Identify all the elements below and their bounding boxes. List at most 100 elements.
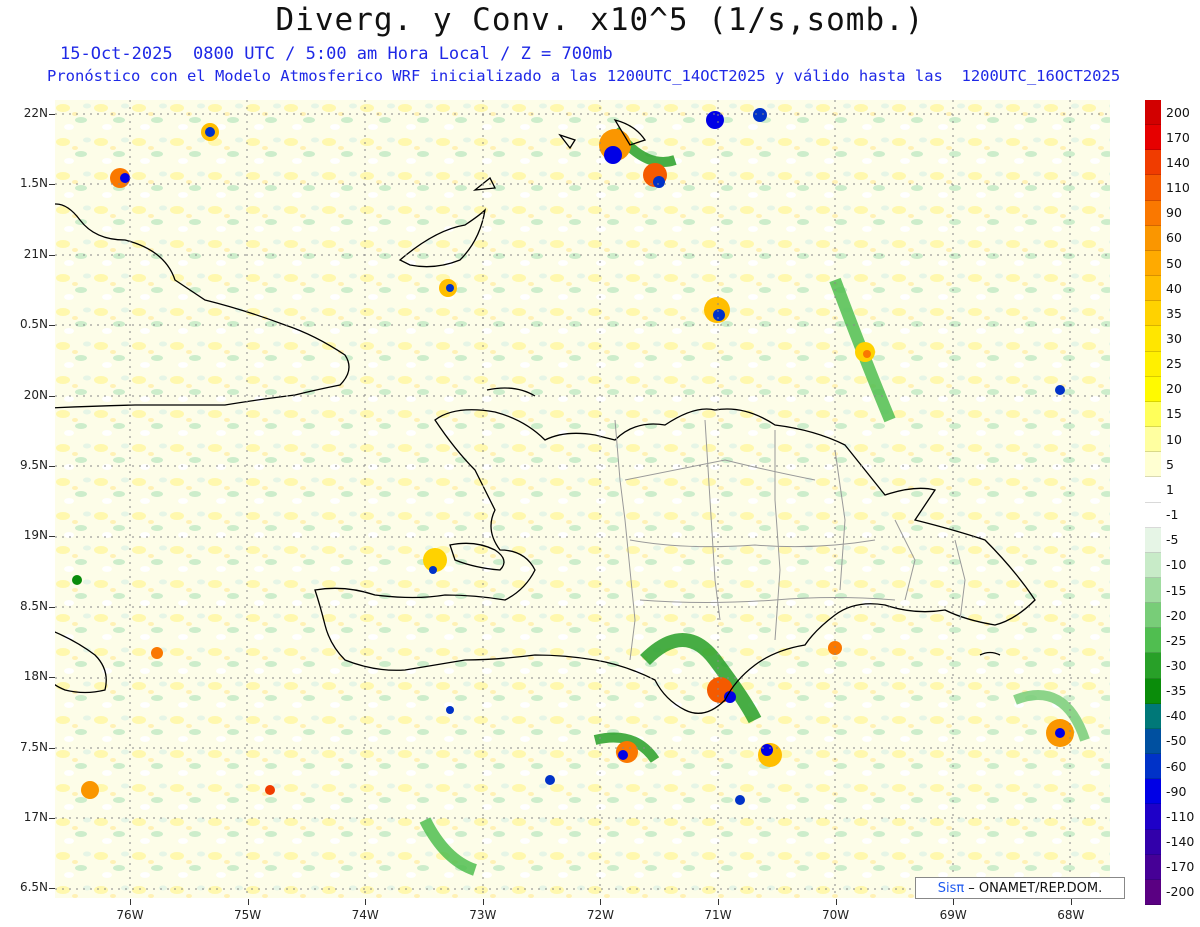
lon-tick-label: 71W bbox=[704, 908, 732, 922]
lat-tick-label: 9.5N bbox=[19, 458, 48, 472]
colorbar-label: -35 bbox=[1166, 683, 1187, 699]
lat-tick bbox=[49, 818, 55, 819]
credit-text: – ONAMET/REP.DOM. bbox=[968, 880, 1103, 896]
colorbar-swatch bbox=[1145, 125, 1161, 151]
lat-tick-label: 1.5N bbox=[19, 176, 48, 191]
lat-tick-label: 22N bbox=[23, 106, 48, 120]
colorbar-label: 20 bbox=[1166, 381, 1182, 397]
lon-tick-label: 73W bbox=[469, 908, 497, 922]
colorbar-label: 140 bbox=[1166, 154, 1190, 170]
colorbar-label: -20 bbox=[1166, 607, 1187, 623]
lat-tick-label: 18N bbox=[23, 669, 48, 684]
colorbar-swatch bbox=[1145, 854, 1161, 880]
colorbar-label: -5 bbox=[1166, 532, 1179, 548]
colorbar-swatch bbox=[1145, 150, 1161, 176]
lat-tick-label: 6.5N bbox=[19, 880, 48, 895]
colorbar-label: -10 bbox=[1166, 557, 1187, 573]
colorbar-swatch bbox=[1145, 427, 1161, 453]
lon-tick bbox=[600, 899, 602, 905]
lon-tick-label: 76W bbox=[116, 908, 144, 922]
colorbar-swatch bbox=[1145, 603, 1161, 629]
colorbar-label: 25 bbox=[1166, 356, 1182, 372]
lat-tick bbox=[49, 747, 55, 749]
lat-tick bbox=[49, 606, 55, 608]
lon-tick bbox=[1070, 899, 1072, 905]
lat-tick-label: 0.5N bbox=[19, 317, 48, 332]
colorbar-label: 1 bbox=[1166, 481, 1174, 497]
lon-tick bbox=[365, 899, 367, 905]
colorbar-swatch bbox=[1145, 703, 1161, 729]
valid-time-subtitle: 15-Oct-2025 0800 UTC / 5:00 am Hora Loca… bbox=[60, 44, 613, 64]
colorbar-label: 60 bbox=[1166, 230, 1182, 246]
colorbar-swatch bbox=[1145, 728, 1161, 755]
map-canvas bbox=[55, 100, 1110, 898]
colorbar-label: 5 bbox=[1166, 456, 1174, 472]
colorbar-label: 40 bbox=[1166, 280, 1182, 296]
colorbar-swatch bbox=[1145, 678, 1161, 704]
colorbar-label: 170 bbox=[1166, 129, 1190, 145]
lat-tick-label: 8.5N bbox=[19, 598, 48, 613]
lon-tick-label: 68W bbox=[1057, 908, 1085, 922]
colorbar-swatch bbox=[1145, 577, 1161, 604]
lon-tick bbox=[247, 899, 249, 905]
sispi-logo: Sisπ bbox=[937, 880, 965, 896]
colorbar-swatch bbox=[1145, 326, 1161, 352]
colorbar-label: 30 bbox=[1166, 330, 1182, 346]
colorbar-swatch bbox=[1145, 628, 1161, 654]
lat-tick bbox=[49, 536, 55, 538]
lon-tick bbox=[130, 899, 131, 905]
colorbar-swatch bbox=[1145, 829, 1161, 855]
lat-tick-label: 21N bbox=[23, 246, 48, 261]
colorbar-label: -60 bbox=[1166, 758, 1187, 774]
colorbar-label: 50 bbox=[1166, 255, 1182, 271]
lon-tick-label: 69W bbox=[939, 908, 967, 922]
colorbar-label: 90 bbox=[1166, 205, 1182, 221]
colorbar-swatch bbox=[1145, 351, 1161, 377]
lat-tick-label: 19N bbox=[23, 528, 48, 543]
lon-tick-label: 74W bbox=[351, 908, 379, 922]
colorbar-label: -30 bbox=[1166, 658, 1187, 674]
lon-tick-label: 72W bbox=[586, 908, 614, 922]
colorbar-label: -25 bbox=[1166, 632, 1187, 648]
colorbar-swatch bbox=[1145, 779, 1161, 805]
colorbar-swatch bbox=[1145, 250, 1161, 277]
colorbar-swatch bbox=[1145, 477, 1161, 503]
colorbar-swatch bbox=[1145, 879, 1161, 905]
colorbar-swatch bbox=[1145, 376, 1161, 402]
model-info-subtitle: Pronóstico con el Modelo Atmosferico WRF… bbox=[47, 67, 1121, 85]
colorbar-swatch bbox=[1145, 452, 1161, 478]
colorbar-swatch bbox=[1145, 175, 1161, 201]
colorbar-label: 15 bbox=[1166, 406, 1182, 422]
lon-tick bbox=[482, 899, 484, 905]
lat-tick-label: 17N bbox=[23, 810, 48, 824]
lat-tick-label: 20N bbox=[23, 387, 48, 402]
lat-tick bbox=[49, 395, 55, 397]
field-background bbox=[55, 100, 1110, 898]
colorbar-swatch bbox=[1145, 502, 1161, 528]
colorbar-swatch bbox=[1145, 527, 1161, 553]
colorbar-label: -1 bbox=[1166, 507, 1179, 523]
colorbar-label: -140 bbox=[1166, 834, 1195, 850]
colorbar-swatch bbox=[1145, 754, 1161, 780]
lat-tick bbox=[49, 466, 55, 467]
colorbar-swatch bbox=[1145, 200, 1161, 226]
colorbar-label: 200 bbox=[1166, 104, 1190, 120]
colorbar-label: 35 bbox=[1166, 305, 1182, 321]
colorbar-label: 10 bbox=[1166, 431, 1182, 447]
colorbar-label: -170 bbox=[1166, 859, 1195, 875]
colorbar-label: -200 bbox=[1166, 884, 1195, 900]
colorbar-label: -50 bbox=[1166, 733, 1187, 749]
colorbar-swatch bbox=[1145, 401, 1161, 428]
lat-tick bbox=[49, 677, 55, 679]
colorbar-swatch bbox=[1145, 100, 1161, 126]
colorbar-label: 110 bbox=[1166, 180, 1190, 196]
divergence-map bbox=[55, 100, 1110, 898]
colorbar-label: -90 bbox=[1166, 783, 1187, 799]
lat-tick bbox=[49, 184, 55, 186]
lat-tick bbox=[49, 888, 55, 890]
colorbar-swatch bbox=[1145, 225, 1161, 251]
lat-tick bbox=[49, 114, 55, 115]
colorbar-label: -40 bbox=[1166, 708, 1187, 724]
lon-tick-label: 70W bbox=[822, 908, 850, 922]
colorbar-swatch bbox=[1145, 804, 1161, 830]
